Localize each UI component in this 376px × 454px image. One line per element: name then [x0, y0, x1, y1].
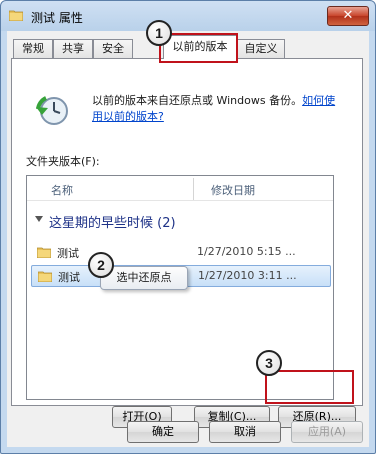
window-title: 测试 属性: [31, 11, 83, 25]
group-header[interactable]: 这星期的早些时候 (2): [49, 212, 176, 231]
item-date: 1/27/2010 3:11 ...: [198, 269, 297, 282]
tab-general[interactable]: 常规: [13, 39, 53, 58]
intro-text: 以前的版本来自还原点或 Windows 备份。如何使用以前的版本?: [92, 93, 342, 125]
previous-versions-panel: 以前的版本来自还原点或 Windows 备份。如何使用以前的版本? 文件夹版本(…: [11, 58, 363, 428]
list-item[interactable]: 测试 1/27/2010 5:15 ...: [31, 242, 329, 262]
header-divider: [27, 200, 333, 201]
system-restore-icon: [36, 96, 68, 125]
tab-customize[interactable]: 自定义: [237, 39, 285, 58]
title-bar[interactable]: 测试 属性 ✕: [1, 1, 375, 31]
item-name: 测试: [58, 271, 80, 284]
folder-versions-label: 文件夹版本(F):: [26, 155, 100, 168]
close-icon: ✕: [342, 8, 354, 23]
item-date: 1/27/2010 5:15 ...: [197, 245, 296, 258]
column-separator[interactable]: [193, 178, 194, 200]
folder-icon: [38, 271, 52, 282]
folder-icon: [9, 10, 23, 21]
step-3-marker: 3: [256, 350, 282, 376]
tab-sharing[interactable]: 共享: [53, 39, 93, 58]
step-2-marker: 2: [88, 252, 114, 278]
column-modified-date[interactable]: 修改日期: [211, 182, 255, 198]
restore-highlight-box: [265, 370, 354, 404]
select-restore-point-callout: 选中还原点: [100, 266, 188, 290]
apply-button[interactable]: 应用(A): [291, 421, 363, 443]
intro-description: 以前的版本来自还原点或 Windows 备份。: [92, 94, 303, 107]
ok-button[interactable]: 确定: [127, 421, 199, 443]
item-name: 测试: [57, 247, 79, 260]
tab-security[interactable]: 安全: [93, 39, 133, 58]
close-button[interactable]: ✕: [327, 6, 369, 26]
column-name[interactable]: 名称: [51, 182, 73, 198]
folder-icon: [37, 247, 51, 258]
cancel-button[interactable]: 取消: [209, 421, 281, 443]
step-1-marker: 1: [146, 20, 172, 46]
expand-arrow-icon[interactable]: [35, 216, 43, 222]
